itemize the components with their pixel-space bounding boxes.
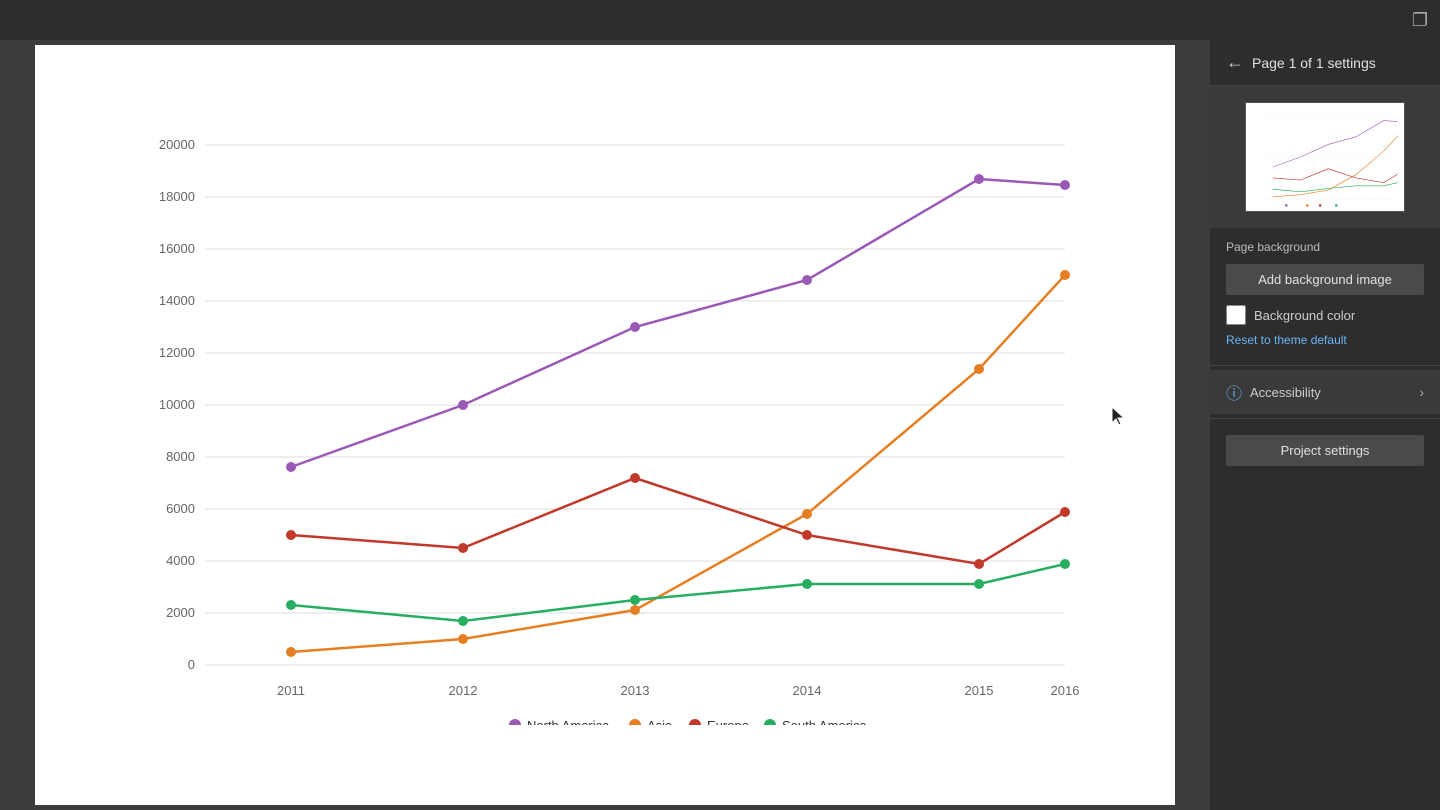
main-area: 0 2000 4000 6000 8000 10000 12000 14000 … xyxy=(0,40,1440,810)
accessibility-row[interactable]: ⓘ Accessibility › xyxy=(1210,370,1440,414)
canvas-area: 0 2000 4000 6000 8000 10000 12000 14000 … xyxy=(0,40,1210,810)
series-north-america xyxy=(286,174,1070,472)
page-background-label: Page background xyxy=(1226,240,1424,254)
svg-text:Europe: Europe xyxy=(707,718,749,725)
svg-text:6000: 6000 xyxy=(166,501,195,516)
panel-title: Page 1 of 1 settings xyxy=(1252,55,1376,71)
svg-text:8000: 8000 xyxy=(166,449,195,464)
svg-text:14000: 14000 xyxy=(159,293,195,308)
svg-text:4000: 4000 xyxy=(166,553,195,568)
y-axis: 0 2000 4000 6000 8000 10000 12000 14000 … xyxy=(159,137,1065,672)
reset-theme-link[interactable]: Reset to theme default xyxy=(1226,333,1347,347)
svg-text:2011: 2011 xyxy=(277,683,305,698)
svg-text:10000: 10000 xyxy=(159,397,195,412)
right-panel: ← Page 1 of 1 settings xyxy=(1210,40,1440,810)
accessibility-left: ⓘ Accessibility xyxy=(1226,380,1321,404)
svg-text:South America: South America xyxy=(782,718,867,725)
accessibility-label: Accessibility xyxy=(1250,385,1321,400)
chart-legend: North America Asia Europe South America xyxy=(509,718,867,725)
accessibility-icon: ⓘ xyxy=(1226,380,1242,404)
svg-text:12000: 12000 xyxy=(159,345,195,360)
svg-text:2014: 2014 xyxy=(793,683,822,698)
panel-header: ← Page 1 of 1 settings xyxy=(1210,40,1440,86)
divider-1 xyxy=(1210,365,1440,366)
svg-text:North America: North America xyxy=(527,718,610,725)
chevron-down-icon: › xyxy=(1419,384,1424,400)
divider-2 xyxy=(1210,418,1440,419)
page-canvas: 0 2000 4000 6000 8000 10000 12000 14000 … xyxy=(35,45,1175,805)
svg-text:20000: 20000 xyxy=(159,137,195,152)
background-color-row: Background color xyxy=(1226,305,1424,325)
svg-text:2000: 2000 xyxy=(166,605,195,620)
back-icon[interactable]: ← xyxy=(1226,52,1244,73)
svg-text:2016: 2016 xyxy=(1051,683,1080,698)
page-thumbnail xyxy=(1245,102,1405,212)
svg-text:Asia: Asia xyxy=(647,718,673,725)
background-color-swatch[interactable] xyxy=(1226,305,1246,325)
series-asia xyxy=(286,270,1070,657)
svg-text:2013: 2013 xyxy=(621,683,650,698)
svg-text:2015: 2015 xyxy=(965,683,994,698)
chart-container: 0 2000 4000 6000 8000 10000 12000 14000 … xyxy=(35,45,1175,805)
add-background-image-button[interactable]: Add background image xyxy=(1226,264,1424,295)
svg-text:18000: 18000 xyxy=(159,189,195,204)
background-color-label: Background color xyxy=(1254,308,1355,323)
copy-icon[interactable]: ❐ xyxy=(1412,10,1428,31)
series-europe xyxy=(286,473,1070,569)
svg-text:16000: 16000 xyxy=(159,241,195,256)
page-background-section: Page background Add background image Bac… xyxy=(1210,228,1440,361)
project-settings-button[interactable]: Project settings xyxy=(1226,435,1424,466)
x-axis: 2011 2012 2013 2014 2015 2016 xyxy=(277,683,1079,698)
svg-text:0: 0 xyxy=(188,657,195,672)
series-south-america xyxy=(286,559,1070,626)
thumbnail-container xyxy=(1210,86,1440,228)
top-bar: ❐ xyxy=(0,0,1440,40)
line-chart: 0 2000 4000 6000 8000 10000 12000 14000 … xyxy=(115,85,1115,725)
svg-text:2012: 2012 xyxy=(449,683,478,698)
